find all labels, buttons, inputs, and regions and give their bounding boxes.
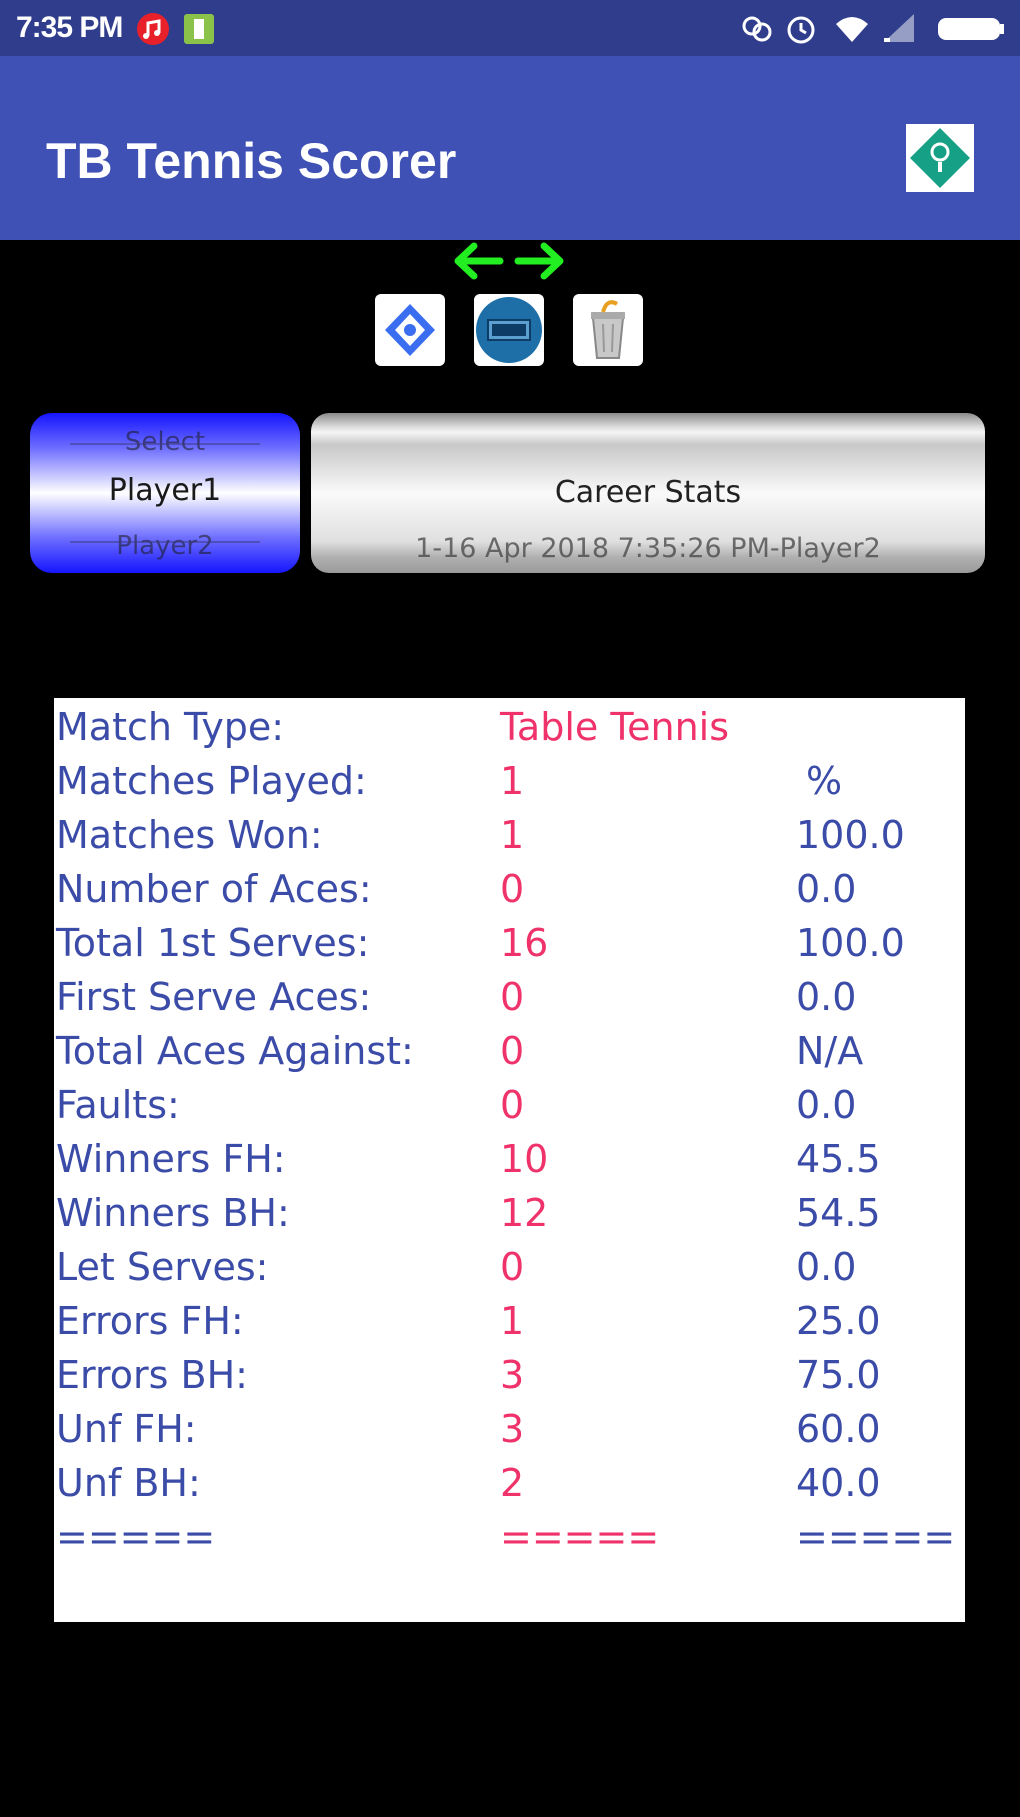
stat-percent: N/A — [796, 1029, 864, 1073]
stat-percent: 100.0 — [796, 921, 905, 965]
stat-label: Matches Won: — [56, 813, 323, 857]
player-picker[interactable]: Select Player1 Player2 — [30, 413, 300, 573]
stat-percent: 60.0 — [796, 1407, 881, 1451]
stat-percent: 0.0 — [796, 1083, 857, 1127]
stat-label: Matches Played: — [56, 759, 367, 803]
swap-players-button[interactable] — [452, 236, 566, 291]
alarm-icon — [784, 12, 818, 51]
stats-row: Let Serves: 0 0.0 — [54, 1240, 965, 1294]
stat-percent: 40.0 — [796, 1461, 881, 1505]
stat-percent: 0.0 — [796, 867, 857, 911]
music-notification-icon — [136, 12, 170, 51]
stat-percent: 0.0 — [796, 975, 857, 1019]
career-stats-label: Career Stats — [554, 475, 742, 510]
stat-label: Errors BH: — [56, 1353, 248, 1397]
stats-row: Winners BH: 12 54.5 — [54, 1186, 965, 1240]
scoreboard-button[interactable] — [474, 294, 544, 366]
stat-label: Winners FH: — [56, 1137, 286, 1181]
stats-panel: Match Type: Table Tennis Matches Played:… — [54, 698, 965, 1622]
stats-row: Errors FH: 1 25.0 — [54, 1294, 965, 1348]
picker-item-select[interactable]: Select — [30, 427, 300, 457]
status-bar: 7:35 PM — [0, 0, 1020, 56]
stat-percent: 45.5 — [796, 1137, 881, 1181]
stat-value: ===== — [500, 1515, 660, 1559]
stat-value: 0 — [500, 1083, 525, 1127]
trash-icon — [591, 300, 625, 359]
stats-row: Match Type: Table Tennis — [54, 700, 965, 754]
app-title: TB Tennis Scorer — [46, 133, 457, 189]
swap-arrows-icon — [454, 242, 564, 280]
stat-percent: % — [806, 759, 843, 803]
scoreboard-icon — [476, 297, 542, 363]
stat-value: 12 — [500, 1191, 549, 1235]
stat-label: Unf BH: — [56, 1461, 201, 1505]
stats-row: ===== ===== ===== — [54, 1510, 965, 1564]
picker-item-selected[interactable]: Player1 — [30, 473, 300, 508]
stat-value: 1 — [500, 1299, 525, 1343]
stat-percent: 25.0 — [796, 1299, 881, 1343]
stat-value: 3 — [500, 1353, 525, 1397]
stat-value: 1 — [500, 759, 525, 803]
help-tool-button[interactable] — [375, 294, 445, 366]
battery-saver-icon — [182, 12, 216, 51]
stat-value: 3 — [500, 1407, 525, 1451]
app-bar: TB Tennis Scorer — [0, 56, 1020, 240]
stats-row: Matches Played: 1 % — [54, 754, 965, 808]
stat-label: ===== — [56, 1515, 216, 1559]
stat-label: Number of Aces: — [56, 867, 372, 911]
help-icon — [385, 304, 435, 356]
career-stats-subtitle: 1-16 Apr 2018 7:35:26 PM-Player2 — [415, 533, 881, 564]
stat-label: Total 1st Serves: — [56, 921, 370, 965]
stat-value: 0 — [500, 975, 525, 1019]
stat-label: Faults: — [56, 1083, 180, 1127]
stat-label: Total Aces Against: — [56, 1029, 414, 1073]
stat-value: 0 — [500, 1029, 525, 1073]
status-time: 7:35 PM — [16, 11, 123, 44]
wifi-icon — [834, 12, 870, 51]
stats-row: Total Aces Against: 0 N/A — [54, 1024, 965, 1078]
stat-value: 0 — [500, 1245, 525, 1289]
stat-value: 1 — [500, 813, 525, 857]
stats-row: Unf FH: 3 60.0 — [54, 1402, 965, 1456]
stat-value: Table Tennis — [500, 705, 730, 749]
stat-value: 2 — [500, 1461, 525, 1505]
stat-value: 0 — [500, 867, 525, 911]
stat-label: Match Type: — [56, 705, 285, 749]
picker-divider — [70, 541, 260, 543]
picker-item-player2[interactable]: Player2 — [30, 531, 300, 561]
stat-value: 10 — [500, 1137, 549, 1181]
stats-row: Unf BH: 2 40.0 — [54, 1456, 965, 1510]
link-icon — [740, 12, 774, 51]
stat-label: First Serve Aces: — [56, 975, 372, 1019]
help-diamond-icon — [910, 128, 970, 188]
stat-label: Let Serves: — [56, 1245, 269, 1289]
stat-percent: 54.5 — [796, 1191, 881, 1235]
stats-row: Total 1st Serves: 16 100.0 — [54, 916, 965, 970]
stat-label: Errors FH: — [56, 1299, 244, 1343]
stat-percent: 75.0 — [796, 1353, 881, 1397]
picker-divider — [70, 443, 260, 445]
stat-label: Unf FH: — [56, 1407, 197, 1451]
career-stats-button[interactable]: Career Stats 1-16 Apr 2018 7:35:26 PM-Pl… — [311, 413, 985, 573]
stats-row: Faults: 0 0.0 — [54, 1078, 965, 1132]
help-button[interactable] — [906, 124, 974, 192]
stats-row: Errors BH: 3 75.0 — [54, 1348, 965, 1402]
stat-label: Winners BH: — [56, 1191, 290, 1235]
delete-button[interactable] — [573, 294, 643, 366]
stats-row: Number of Aces: 0 0.0 — [54, 862, 965, 916]
battery-icon — [936, 12, 1006, 51]
stats-row: Matches Won: 1 100.0 — [54, 808, 965, 862]
stats-row: First Serve Aces: 0 0.0 — [54, 970, 965, 1024]
stat-percent: 0.0 — [796, 1245, 857, 1289]
stats-row: Winners FH: 10 45.5 — [54, 1132, 965, 1186]
stat-percent: 100.0 — [796, 813, 905, 857]
stat-percent: ===== — [796, 1515, 956, 1559]
stat-value: 16 — [500, 921, 549, 965]
cell-signal-icon — [882, 12, 918, 51]
